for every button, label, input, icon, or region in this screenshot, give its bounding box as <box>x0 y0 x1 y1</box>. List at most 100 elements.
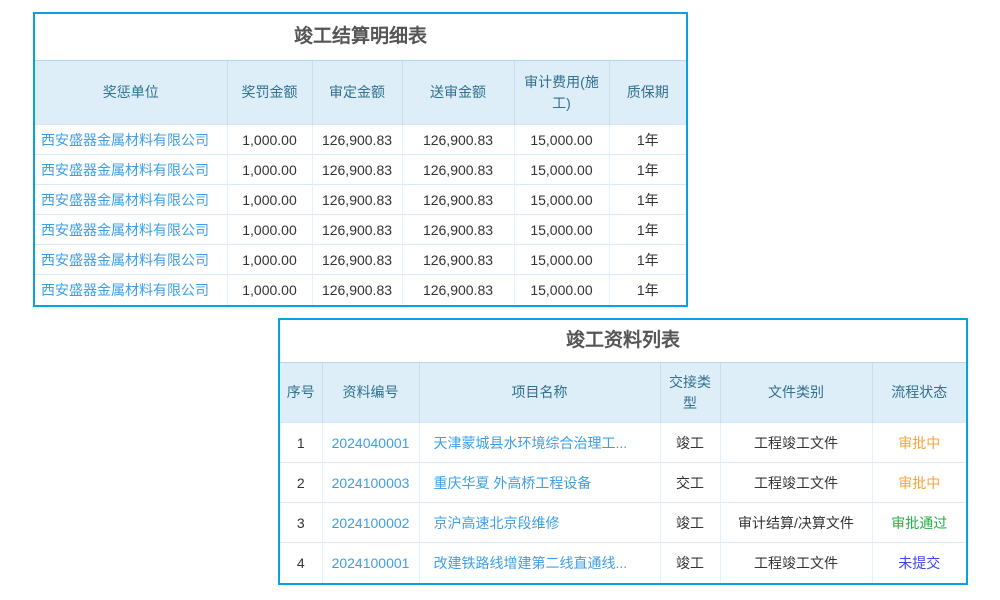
table-row: 1 2024040001 天津蒙城县水环境综合治理工... 竣工 工程竣工文件 … <box>280 423 966 463</box>
project-cell: 改建铁路线增建第二线直通线... <box>419 543 660 583</box>
code-link[interactable]: 2024040001 <box>332 435 410 451</box>
penalty-cell: 1,000.00 <box>227 155 312 185</box>
settlement-header-unit: 奖惩单位 <box>35 61 227 125</box>
table-row: 2 2024100003 重庆华夏 外高桥工程设备 交工 工程竣工文件 审批中 <box>280 463 966 503</box>
table-row: 西安盛器金属材料有限公司 1,000.00 126,900.83 126,900… <box>35 125 686 155</box>
status-cell: 审批中 <box>872 423 966 463</box>
warranty-cell: 1年 <box>609 185 686 215</box>
approved-cell: 126,900.83 <box>312 245 402 275</box>
seq-cell: 1 <box>280 423 322 463</box>
category-cell: 审计结算/决算文件 <box>720 503 872 543</box>
code-cell: 2024100002 <box>322 503 419 543</box>
project-link[interactable]: 京沪高速北京段维修 <box>434 515 560 531</box>
unit-cell: 西安盛器金属材料有限公司 <box>35 185 227 215</box>
settlement-header-penalty: 奖罚金额 <box>227 61 312 125</box>
approved-cell: 126,900.83 <box>312 275 402 305</box>
unit-cell: 西安盛器金属材料有限公司 <box>35 245 227 275</box>
documents-header-category: 文件类别 <box>720 363 872 423</box>
table-row: 西安盛器金属材料有限公司 1,000.00 126,900.83 126,900… <box>35 155 686 185</box>
submitted-cell: 126,900.83 <box>402 215 514 245</box>
unit-link[interactable]: 西安盛器金属材料有限公司 <box>41 192 209 208</box>
status-cell: 审批通过 <box>872 503 966 543</box>
approved-cell: 126,900.83 <box>312 185 402 215</box>
approved-cell: 126,900.83 <box>312 215 402 245</box>
status-cell: 未提交 <box>872 543 966 583</box>
settlement-table: 奖惩单位 奖罚金额 审定金额 送审金额 审计费用(施工) 质保期 西安盛器金属材… <box>35 60 686 305</box>
settlement-header-audit-fee: 审计费用(施工) <box>514 61 609 125</box>
unit-link[interactable]: 西安盛器金属材料有限公司 <box>41 132 209 148</box>
status-badge: 审批中 <box>898 435 940 451</box>
project-link[interactable]: 天津蒙城县水环境综合治理工... <box>434 435 628 451</box>
warranty-cell: 1年 <box>609 215 686 245</box>
unit-cell: 西安盛器金属材料有限公司 <box>35 155 227 185</box>
penalty-cell: 1,000.00 <box>227 245 312 275</box>
penalty-cell: 1,000.00 <box>227 125 312 155</box>
seq-cell: 2 <box>280 463 322 503</box>
warranty-cell: 1年 <box>609 125 686 155</box>
settlement-header-submitted: 送审金额 <box>402 61 514 125</box>
documents-header-row: 序号 资料编号 项目名称 交接类型 文件类别 流程状态 <box>280 363 966 423</box>
submitted-cell: 126,900.83 <box>402 185 514 215</box>
table-row: 3 2024100002 京沪高速北京段维修 竣工 审计结算/决算文件 审批通过 <box>280 503 966 543</box>
documents-header-status: 流程状态 <box>872 363 966 423</box>
penalty-cell: 1,000.00 <box>227 275 312 305</box>
penalty-cell: 1,000.00 <box>227 215 312 245</box>
handover-cell: 竣工 <box>660 423 720 463</box>
table-row: 西安盛器金属材料有限公司 1,000.00 126,900.83 126,900… <box>35 275 686 305</box>
handover-cell: 竣工 <box>660 543 720 583</box>
documents-header-project: 项目名称 <box>419 363 660 423</box>
seq-cell: 3 <box>280 503 322 543</box>
status-badge: 未提交 <box>898 555 940 571</box>
code-link[interactable]: 2024100002 <box>332 515 410 531</box>
unit-link[interactable]: 西安盛器金属材料有限公司 <box>41 222 209 238</box>
project-cell: 重庆华夏 外高桥工程设备 <box>419 463 660 503</box>
audit-fee-cell: 15,000.00 <box>514 215 609 245</box>
documents-header-seq: 序号 <box>280 363 322 423</box>
settlement-header-warranty: 质保期 <box>609 61 686 125</box>
code-link[interactable]: 2024100003 <box>332 475 410 491</box>
project-cell: 天津蒙城县水环境综合治理工... <box>419 423 660 463</box>
handover-cell: 交工 <box>660 463 720 503</box>
approved-cell: 126,900.83 <box>312 155 402 185</box>
table-row: 西安盛器金属材料有限公司 1,000.00 126,900.83 126,900… <box>35 185 686 215</box>
warranty-cell: 1年 <box>609 245 686 275</box>
category-cell: 工程竣工文件 <box>720 463 872 503</box>
settlement-table-card: 竣工结算明细表 奖惩单位 奖罚金额 审定金额 送审金额 审计费用(施工) 质保期… <box>33 12 688 307</box>
audit-fee-cell: 15,000.00 <box>514 245 609 275</box>
settlement-table-title: 竣工结算明细表 <box>35 14 686 60</box>
warranty-cell: 1年 <box>609 155 686 185</box>
handover-cell: 竣工 <box>660 503 720 543</box>
project-link[interactable]: 重庆华夏 外高桥工程设备 <box>434 475 592 491</box>
status-badge: 审批中 <box>898 475 940 491</box>
status-cell: 审批中 <box>872 463 966 503</box>
unit-cell: 西安盛器金属材料有限公司 <box>35 215 227 245</box>
approved-cell: 126,900.83 <box>312 125 402 155</box>
code-cell: 2024100003 <box>322 463 419 503</box>
audit-fee-cell: 15,000.00 <box>514 185 609 215</box>
documents-header-code: 资料编号 <box>322 363 419 423</box>
category-cell: 工程竣工文件 <box>720 543 872 583</box>
unit-link[interactable]: 西安盛器金属材料有限公司 <box>41 252 209 268</box>
category-cell: 工程竣工文件 <box>720 423 872 463</box>
project-cell: 京沪高速北京段维修 <box>419 503 660 543</box>
project-link[interactable]: 改建铁路线增建第二线直通线... <box>434 555 628 571</box>
documents-table: 序号 资料编号 项目名称 交接类型 文件类别 流程状态 1 2024040001… <box>280 362 966 583</box>
warranty-cell: 1年 <box>609 275 686 305</box>
code-cell: 2024040001 <box>322 423 419 463</box>
unit-link[interactable]: 西安盛器金属材料有限公司 <box>41 162 209 178</box>
settlement-header-row: 奖惩单位 奖罚金额 审定金额 送审金额 审计费用(施工) 质保期 <box>35 61 686 125</box>
table-row: 西安盛器金属材料有限公司 1,000.00 126,900.83 126,900… <box>35 245 686 275</box>
unit-link[interactable]: 西安盛器金属材料有限公司 <box>41 282 209 298</box>
seq-cell: 4 <box>280 543 322 583</box>
table-row: 4 2024100001 改建铁路线增建第二线直通线... 竣工 工程竣工文件 … <box>280 543 966 583</box>
submitted-cell: 126,900.83 <box>402 125 514 155</box>
submitted-cell: 126,900.83 <box>402 245 514 275</box>
code-link[interactable]: 2024100001 <box>332 555 410 571</box>
unit-cell: 西安盛器金属材料有限公司 <box>35 125 227 155</box>
audit-fee-cell: 15,000.00 <box>514 155 609 185</box>
penalty-cell: 1,000.00 <box>227 185 312 215</box>
documents-table-title: 竣工资料列表 <box>280 320 966 362</box>
audit-fee-cell: 15,000.00 <box>514 275 609 305</box>
status-badge: 审批通过 <box>891 515 947 531</box>
submitted-cell: 126,900.83 <box>402 275 514 305</box>
